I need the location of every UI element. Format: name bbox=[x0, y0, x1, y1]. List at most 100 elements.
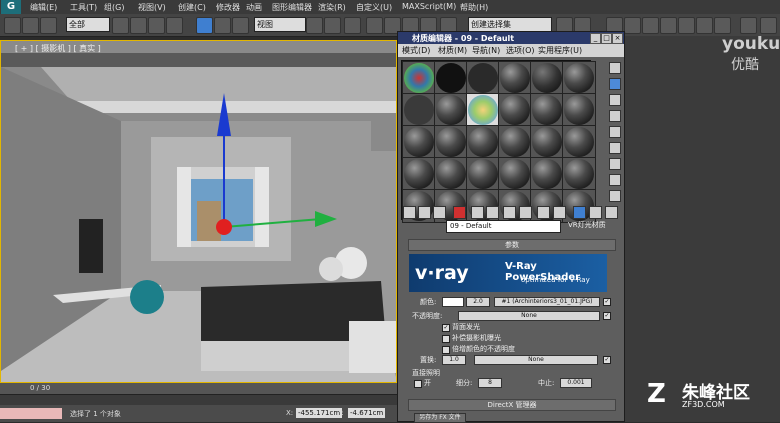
time-slider[interactable]: 0 / 30 bbox=[0, 383, 397, 394]
copy-material-icon[interactable] bbox=[471, 206, 484, 219]
compensate-exposure-checkbox[interactable] bbox=[442, 335, 450, 343]
sample-slot[interactable] bbox=[530, 61, 564, 95]
selection-filter-dropdown[interactable]: 全部 bbox=[66, 17, 110, 32]
menu-edit[interactable]: 编辑(E) bbox=[30, 2, 57, 13]
x-coord-field[interactable]: -455.171cm bbox=[296, 408, 343, 418]
make-unique-icon[interactable] bbox=[486, 206, 499, 219]
link-icon[interactable] bbox=[40, 17, 57, 34]
menu-group[interactable]: 组(G) bbox=[104, 2, 124, 13]
sample-type-icon[interactable] bbox=[609, 62, 621, 74]
redo-icon[interactable] bbox=[22, 17, 39, 34]
cutoff-spinner[interactable]: 0.001 bbox=[560, 378, 592, 388]
sample-slot[interactable] bbox=[498, 61, 532, 95]
sample-slot[interactable] bbox=[466, 125, 500, 159]
sample-slot[interactable] bbox=[530, 125, 564, 159]
show-end-result-icon[interactable] bbox=[553, 206, 566, 219]
render-setup-icon[interactable] bbox=[678, 17, 695, 34]
color-swatch[interactable] bbox=[442, 297, 464, 307]
pivot-center-icon[interactable] bbox=[306, 17, 323, 34]
params-rollout-header[interactable]: 参数 bbox=[408, 239, 616, 251]
rendered-frame-icon[interactable] bbox=[696, 17, 713, 34]
teapot-icon[interactable] bbox=[740, 17, 757, 34]
menu-options[interactable]: 选项(O) bbox=[506, 45, 535, 56]
opacity-map-button[interactable]: None bbox=[458, 311, 600, 321]
sample-slot[interactable] bbox=[466, 157, 500, 191]
directx-rollout-header[interactable]: DirectX 管理器 bbox=[408, 399, 616, 411]
sample-slot[interactable] bbox=[434, 157, 468, 191]
sample-slot[interactable] bbox=[434, 93, 468, 127]
sample-slot[interactable] bbox=[530, 93, 564, 127]
maxscript-listener[interactable] bbox=[0, 408, 62, 419]
menu-mode[interactable]: 模式(D) bbox=[402, 45, 430, 56]
keyboard-shortcut-icon[interactable] bbox=[344, 17, 361, 34]
make-preview-icon[interactable] bbox=[609, 142, 621, 154]
sample-slot[interactable] bbox=[498, 157, 532, 191]
multiply-opacity-checkbox[interactable] bbox=[442, 346, 450, 354]
material-type-button[interactable]: VR灯光材质 bbox=[568, 220, 618, 231]
menu-material[interactable]: 材质(M) bbox=[438, 45, 467, 56]
sample-slot[interactable] bbox=[402, 93, 436, 127]
color-map-button[interactable]: #1 (Archinteriors3_01_01.JPG) bbox=[494, 297, 600, 307]
uv-tiling-icon[interactable] bbox=[609, 110, 621, 122]
menu-modifiers[interactable]: 修改器 bbox=[216, 2, 240, 13]
sample-slot[interactable] bbox=[402, 125, 436, 159]
app-logo[interactable]: G bbox=[1, 0, 21, 14]
minimize-button[interactable]: _ bbox=[590, 33, 601, 44]
menu-tools[interactable]: 工具(T) bbox=[70, 2, 97, 13]
sample-slot[interactable] bbox=[530, 157, 564, 191]
menu-customize[interactable]: 自定义(U) bbox=[356, 2, 392, 13]
pick-material-icon[interactable] bbox=[605, 206, 618, 219]
material-name-field[interactable]: 09 - Default bbox=[446, 220, 561, 233]
rect-selection-icon[interactable] bbox=[148, 17, 165, 34]
select-object-icon[interactable] bbox=[112, 17, 129, 34]
window-crossing-icon[interactable] bbox=[166, 17, 183, 34]
camera-viewport[interactable]: [ + ] [ 摄影机 ] [ 真实 ] bbox=[0, 40, 397, 383]
menu-animation[interactable]: 动画 bbox=[246, 2, 262, 13]
sample-slot[interactable] bbox=[466, 61, 500, 95]
undo-icon[interactable] bbox=[4, 17, 21, 34]
menu-navigation[interactable]: 导航(N) bbox=[472, 45, 500, 56]
back-glow-checkbox[interactable]: ✓ bbox=[442, 324, 450, 332]
displace-map-checkbox[interactable]: ✓ bbox=[603, 356, 611, 364]
color-map-checkbox[interactable]: ✓ bbox=[603, 298, 611, 306]
sample-slot[interactable] bbox=[434, 61, 468, 95]
opacity-map-checkbox[interactable]: ✓ bbox=[603, 312, 611, 320]
select-rotate-icon[interactable] bbox=[214, 17, 231, 34]
subdivs-spinner[interactable]: 8 bbox=[478, 378, 502, 388]
help-icon[interactable] bbox=[760, 17, 777, 34]
menu-graph-editors[interactable]: 图形编辑器 bbox=[272, 2, 312, 13]
put-to-scene-icon[interactable] bbox=[418, 206, 431, 219]
sample-slot[interactable] bbox=[562, 61, 596, 95]
sample-slot[interactable] bbox=[562, 125, 596, 159]
material-editor-icon[interactable] bbox=[660, 17, 677, 34]
menu-view[interactable]: 视图(V) bbox=[138, 2, 166, 13]
named-selection-dropdown[interactable]: 创建选择集 bbox=[468, 17, 552, 32]
video-color-check-icon[interactable] bbox=[609, 126, 621, 138]
snap-toggle-icon[interactable] bbox=[366, 17, 383, 34]
menu-create[interactable]: 创建(C) bbox=[178, 2, 206, 13]
curve-editor-icon[interactable] bbox=[624, 17, 641, 34]
put-to-library-icon[interactable] bbox=[503, 206, 516, 219]
render-production-icon[interactable] bbox=[714, 17, 731, 34]
options-icon[interactable] bbox=[609, 158, 621, 170]
sample-slot[interactable] bbox=[402, 61, 436, 95]
reference-coord-dropdown[interactable]: 视图 bbox=[254, 17, 306, 32]
go-to-parent-icon[interactable] bbox=[573, 206, 586, 219]
select-move-icon[interactable] bbox=[196, 17, 213, 34]
get-material-icon[interactable] bbox=[403, 206, 416, 219]
sample-slot[interactable] bbox=[498, 125, 532, 159]
sample-slot[interactable] bbox=[562, 93, 596, 127]
viewport-label[interactable]: [ + ] [ 摄影机 ] [ 真实 ] bbox=[15, 43, 101, 54]
sample-slot[interactable] bbox=[434, 125, 468, 159]
sample-slot[interactable] bbox=[498, 93, 532, 127]
scene-render[interactable] bbox=[1, 41, 397, 383]
menu-help[interactable]: 帮助(H) bbox=[460, 2, 488, 13]
direct-lighting-on-checkbox[interactable] bbox=[414, 380, 422, 388]
select-manipulate-icon[interactable] bbox=[324, 17, 341, 34]
sample-slot[interactable] bbox=[402, 157, 436, 191]
select-scale-icon[interactable] bbox=[232, 17, 249, 34]
displace-spinner[interactable]: 1.0 bbox=[442, 355, 466, 365]
menu-rendering[interactable]: 渲染(R) bbox=[318, 2, 346, 13]
reset-map-icon[interactable] bbox=[453, 206, 466, 219]
color-multiplier-spinner[interactable]: 2.0 bbox=[466, 297, 490, 307]
